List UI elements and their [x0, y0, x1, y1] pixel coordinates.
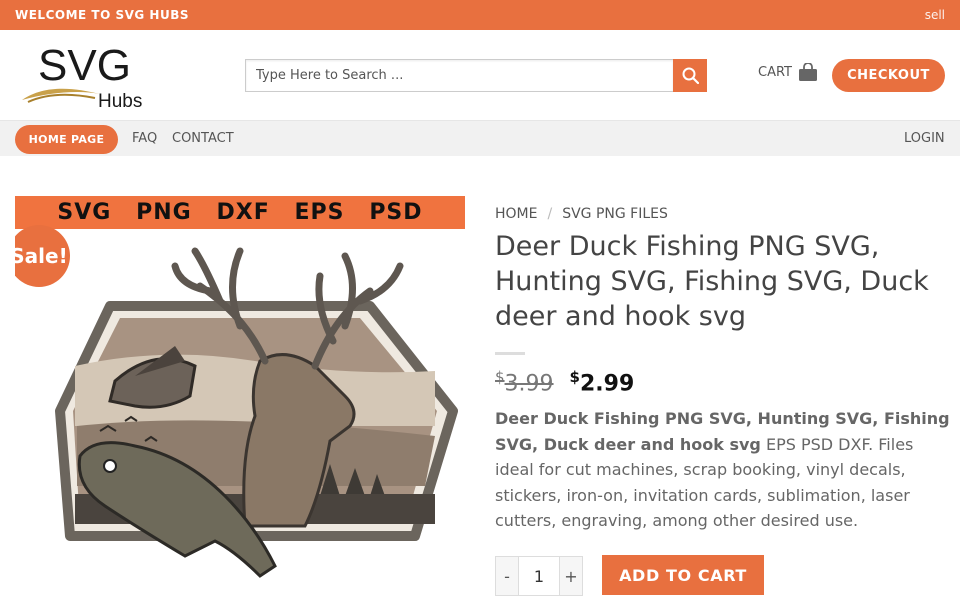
breadcrumb-category[interactable]: SVG PNG FILES: [562, 206, 668, 222]
site-logo[interactable]: SVG Hubs: [20, 38, 160, 113]
logo-main-text: SVG: [38, 41, 131, 90]
search-icon: [682, 67, 699, 84]
sell-link[interactable]: sell: [925, 8, 945, 22]
nav-faq[interactable]: FAQ: [132, 131, 157, 146]
format-label: PNG: [136, 200, 192, 225]
nav-login[interactable]: LOGIN: [904, 131, 945, 146]
quantity-input[interactable]: 1: [519, 556, 559, 596]
nav-contact[interactable]: CONTACT: [172, 131, 234, 146]
product-description: Deer Duck Fishing PNG SVG, Hunting SVG, …: [495, 406, 950, 534]
price-block: $3.99 $2.99: [495, 368, 634, 396]
main-nav: HOME PAGE FAQ CONTACT LOGIN: [0, 120, 960, 156]
cart-link[interactable]: CART: [758, 63, 818, 82]
quantity-stepper: - 1 +: [495, 556, 583, 596]
logo-graphic: SVG Hubs: [22, 41, 142, 112]
top-bar: WELCOME TO SVG HUBS sell: [0, 0, 960, 30]
format-label: DXF: [216, 200, 270, 225]
search-input[interactable]: [245, 59, 673, 92]
welcome-text: WELCOME TO SVG HUBS: [15, 8, 190, 22]
quantity-minus-button[interactable]: -: [495, 556, 519, 596]
product-image[interactable]: SVG PNG DXF EPS PSD Sale!: [15, 196, 465, 600]
format-label: EPS: [294, 200, 345, 225]
checkout-button[interactable]: CHECKOUT: [832, 59, 945, 92]
title-divider: [495, 352, 525, 355]
search-form: [245, 59, 707, 92]
format-label: SVG: [57, 200, 112, 225]
shopping-bag-icon: [799, 63, 817, 81]
deer-duck-fish-illustration: [55, 247, 458, 578]
sale-badge: Sale!: [15, 225, 70, 287]
breadcrumb: HOME / SVG PNG FILES: [495, 206, 668, 222]
header: SVG Hubs CART CHECKOUT: [0, 30, 960, 120]
quantity-plus-button[interactable]: +: [559, 556, 583, 596]
breadcrumb-separator: /: [547, 206, 553, 222]
product-title: Deer Duck Fishing PNG SVG, Hunting SVG, …: [495, 231, 929, 332]
sale-price: $2.99: [569, 368, 635, 397]
nav-home-page[interactable]: HOME PAGE: [15, 125, 118, 154]
formats-banner: SVG PNG DXF EPS PSD: [15, 196, 465, 229]
original-price: $3.99: [495, 368, 554, 397]
add-to-cart-button[interactable]: ADD TO CART: [602, 555, 764, 595]
breadcrumb-home[interactable]: HOME: [495, 206, 537, 222]
format-label: PSD: [369, 200, 423, 225]
cart-label: CART: [758, 65, 792, 80]
logo-sub-text: Hubs: [98, 91, 142, 112]
search-button[interactable]: [673, 59, 707, 92]
